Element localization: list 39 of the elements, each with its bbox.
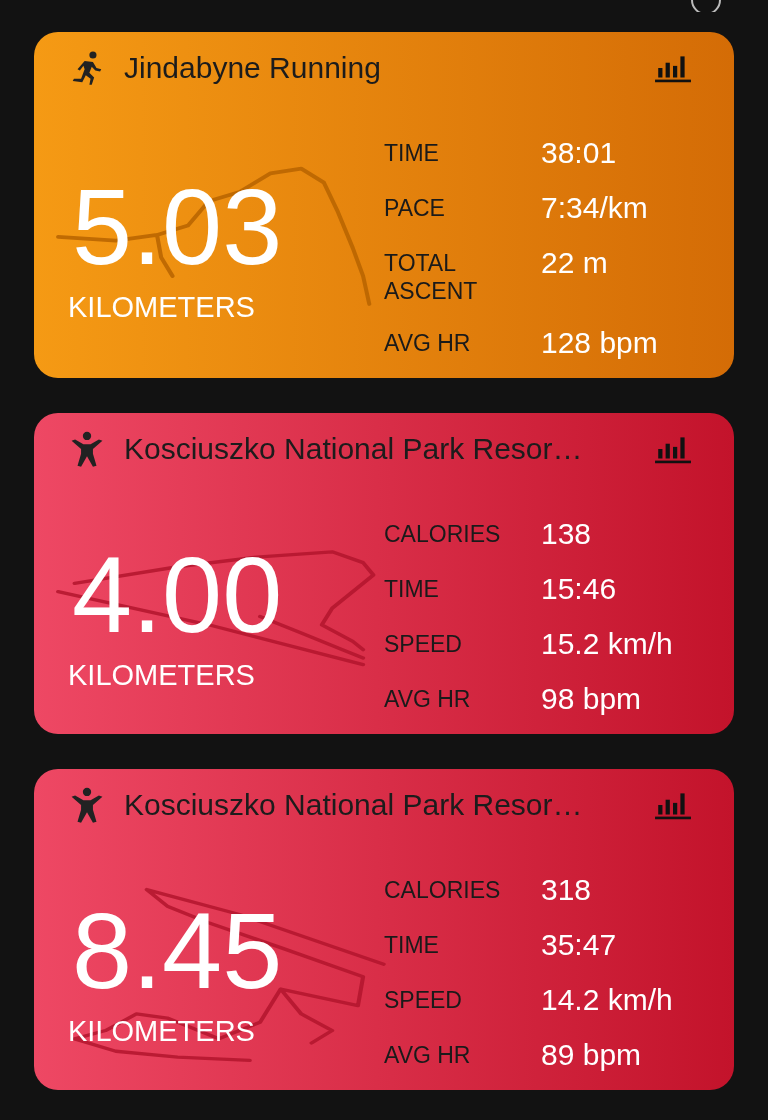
activity-title: Jindabyne Running [124, 51, 382, 85]
distance-value: 8.45 [72, 897, 283, 1005]
stat-value: 138 [541, 517, 593, 551]
stat-label: TOTAL ASCENT [384, 249, 479, 305]
stat-value: 15.2 km/h [541, 627, 673, 661]
stat-label: CALORIES [384, 876, 502, 904]
distance-unit: KILOMETERS [68, 659, 255, 692]
stat-label: CALORIES [384, 520, 502, 548]
stat-label: SPEED [384, 630, 463, 658]
stat-value: 89 bpm [541, 1038, 643, 1072]
stat-value: 98 bpm [541, 682, 643, 716]
stat-value: 15:46 [541, 572, 618, 606]
stat-value: 128 bpm [541, 326, 658, 360]
stat-label: AVG HR [384, 685, 472, 713]
stat-value: 7:34/km [541, 191, 649, 225]
stat-value: 35:47 [541, 928, 618, 962]
distance-unit: KILOMETERS [68, 290, 255, 324]
bar-chart-icon[interactable] [654, 53, 692, 83]
stat-value: 22 m [541, 246, 609, 280]
activity-card[interactable]: Jindabyne Running 5.03 KILOMETERS TIME 38:01 PACE 7:34/km TOTAL ASCENT 22 m AVG HR 128 bpm [34, 32, 734, 378]
distance-value: 4.00 [72, 541, 283, 649]
bar-chart-icon[interactable] [654, 790, 692, 820]
stat-value: 38:01 [541, 136, 618, 170]
distance-value: 5.03 [72, 172, 283, 281]
stat-label: SPEED [384, 986, 463, 1014]
stat-label: PACE [384, 194, 446, 222]
activity-title: Kosciuszko National Park Resor… [124, 432, 584, 466]
stat-label: AVG HR [384, 329, 472, 357]
stat-value: 318 [541, 873, 593, 907]
distance-unit: KILOMETERS [68, 1015, 255, 1048]
activity-card[interactable]: Kosciuszko National Park Resor… 8.45 KILOMETERS CALORIES 318 TIME 35:47 SPEED 14.2 km/h AVG HR 89 bpm [34, 769, 734, 1090]
bar-chart-icon[interactable] [654, 434, 692, 464]
stat-label: TIME [384, 139, 440, 167]
stat-label: AVG HR [384, 1041, 472, 1069]
stat-label: TIME [384, 931, 440, 959]
activity-card[interactable]: Kosciuszko National Park Resor… 4.00 KILOMETERS CALORIES 138 TIME 15:46 SPEED 15.2 km/h AVG HR 98 bpm [34, 413, 734, 734]
stat-value: 14.2 km/h [541, 983, 673, 1017]
stat-label: TIME [384, 575, 440, 603]
activity-title: Kosciuszko National Park Resor… [124, 788, 584, 822]
